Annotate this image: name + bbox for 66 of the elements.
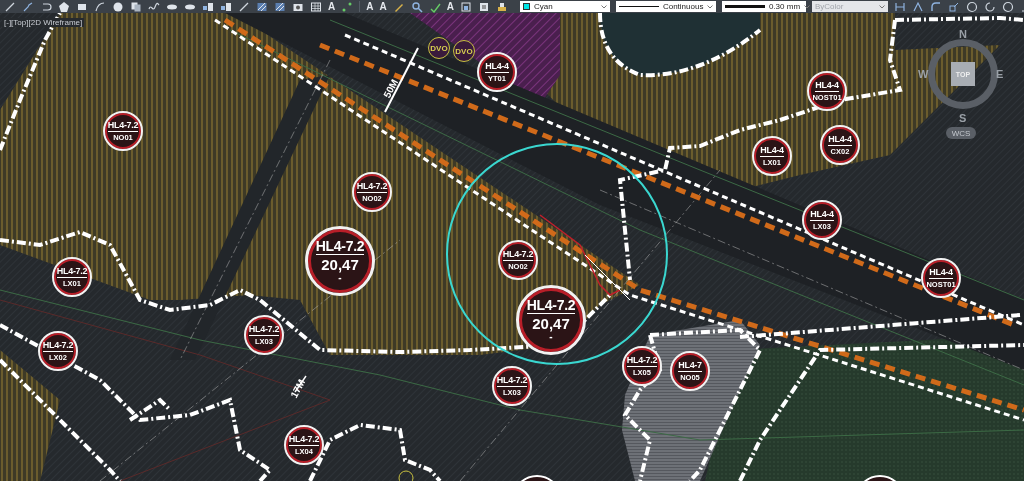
zone-code: HL4-7.2	[356, 181, 388, 193]
align-icon[interactable]	[911, 0, 924, 13]
copy-icon[interactable]	[130, 0, 142, 13]
caret-icon	[878, 4, 885, 9]
compass-label[interactable]: W	[918, 69, 929, 80]
lineweight-preview	[724, 5, 765, 8]
layer-icon[interactable]	[459, 0, 472, 13]
area-value: 20,47	[321, 255, 359, 272]
zone-code: HL4-7.2	[502, 249, 534, 261]
note-text: -	[338, 273, 342, 283]
text-tool[interactable]: A	[328, 0, 336, 13]
zone-code: HL4-7.2	[42, 340, 74, 352]
linetype-dropdown[interactable]: Continuous	[615, 1, 716, 12]
arc-icon[interactable]	[40, 0, 52, 13]
zone-code: HL4-4	[810, 209, 834, 221]
curve-icon[interactable]	[94, 0, 106, 13]
caret-icon	[707, 4, 714, 9]
zone-code: HL4-7.2	[315, 239, 365, 255]
linetype-preview	[618, 6, 659, 7]
scale-icon[interactable]	[947, 0, 960, 13]
caret-icon	[804, 4, 811, 9]
circle-icon[interactable]	[112, 0, 124, 13]
zone-code: HL4-7.2	[56, 266, 88, 278]
dimension-text: 50M	[381, 77, 401, 100]
zone-code: HL4-7.2	[626, 355, 658, 367]
dimension-icon[interactable]	[893, 0, 906, 13]
zone-code: HL4-7.2	[248, 324, 280, 336]
zone-code: HL4-7	[678, 360, 702, 372]
color-dropdown[interactable]: Cyan	[519, 1, 610, 12]
compass-label[interactable]: S	[959, 113, 967, 124]
note-text: -	[549, 332, 553, 342]
compass-label[interactable]: N	[959, 29, 967, 40]
find-icon[interactable]	[410, 0, 423, 13]
line-icon[interactable]	[238, 0, 250, 13]
zone-code: HL4-4	[828, 134, 852, 146]
compass-label[interactable]: E	[996, 69, 1004, 80]
zone-code: HL4-4	[815, 80, 839, 92]
rotate-icon[interactable]	[983, 0, 996, 13]
zone-code: HL4-7.2	[526, 298, 576, 314]
text-tool[interactable]: A	[379, 0, 387, 13]
point-icon[interactable]	[341, 0, 354, 13]
block-icon[interactable]	[220, 0, 232, 13]
caret-icon	[600, 4, 607, 9]
line-icon[interactable]	[4, 0, 16, 13]
zone-code: HL4-7.2	[107, 120, 139, 132]
spline-icon[interactable]	[148, 0, 160, 13]
zone-code: HL4-4	[929, 267, 953, 279]
fillet-icon[interactable]	[929, 0, 942, 13]
zone-code: HL4-7.2	[288, 434, 320, 446]
text-tool[interactable]: A	[366, 0, 374, 13]
text-tool[interactable]: A	[446, 0, 454, 13]
zone-code: HL4-7.2	[496, 375, 528, 387]
zone-code: HL4-4	[485, 61, 509, 73]
polygon-icon[interactable]	[58, 0, 70, 13]
hatch-icon[interactable]	[256, 0, 268, 13]
table-icon[interactable]	[310, 0, 322, 13]
hatch-icon[interactable]	[274, 0, 286, 13]
viewport-controls[interactable]: [-][Top][2D Wireframe]	[2, 18, 85, 27]
match-icon[interactable]	[495, 0, 508, 13]
block-icon[interactable]	[202, 0, 214, 13]
ucs-menu[interactable]: WCS	[946, 127, 976, 139]
properties-icon[interactable]	[477, 0, 490, 13]
area-value: 20,47	[532, 314, 570, 331]
dimension-text: 17M	[288, 377, 308, 400]
zone-code: HL4-4	[760, 145, 784, 157]
polyline-icon[interactable]	[22, 0, 34, 13]
